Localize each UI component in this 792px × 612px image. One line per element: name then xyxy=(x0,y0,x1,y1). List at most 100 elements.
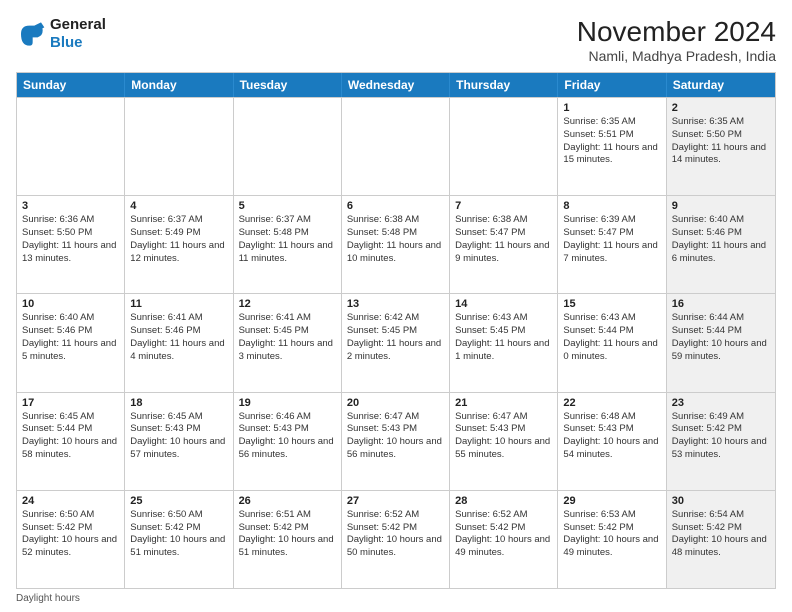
logo-icon xyxy=(16,19,46,49)
day-info: Sunrise: 6:38 AM Sunset: 5:48 PM Dayligh… xyxy=(347,214,444,265)
header: General Blue November 2024 Namli, Madhya… xyxy=(16,16,776,64)
calendar: SundayMondayTuesdayWednesdayThursdayFrid… xyxy=(16,72,776,589)
calendar-cell: 10Sunrise: 6:40 AM Sunset: 5:46 PM Dayli… xyxy=(17,294,125,391)
weekday-header: Sunday xyxy=(17,73,125,97)
day-number: 27 xyxy=(347,495,444,507)
day-info: Sunrise: 6:36 AM Sunset: 5:50 PM Dayligh… xyxy=(22,214,119,265)
day-number: 28 xyxy=(455,495,552,507)
day-number: 20 xyxy=(347,397,444,409)
day-number: 23 xyxy=(672,397,770,409)
day-number: 21 xyxy=(455,397,552,409)
month-title: November 2024 xyxy=(577,16,776,48)
day-info: Sunrise: 6:52 AM Sunset: 5:42 PM Dayligh… xyxy=(347,509,444,560)
day-info: Sunrise: 6:47 AM Sunset: 5:43 PM Dayligh… xyxy=(455,411,552,462)
calendar-cell: 4 Sunrise: 6:37 AM Sunset: 5:49 PM Daylig… xyxy=(125,196,233,293)
day-info: Sunrise: 6:47 AM Sunset: 5:43 PM Dayligh… xyxy=(347,411,444,462)
day-number: 15 xyxy=(563,298,660,310)
logo-line2: Blue xyxy=(50,34,83,51)
day-info: Sunrise: 6:42 AM Sunset: 5:45 PM Dayligh… xyxy=(347,312,444,363)
day-info: Sunrise: 6:37 AM Sunset: 5:48 PM Dayligh… xyxy=(239,214,336,265)
calendar-cell: 18Sunrise: 6:45 AM Sunset: 5:43 PM Dayli… xyxy=(125,393,233,490)
calendar-cell: 7Sunrise: 6:38 AM Sunset: 5:47 PM Daylig… xyxy=(450,196,558,293)
weekday-header: Friday xyxy=(558,73,666,97)
weekday-header: Tuesday xyxy=(234,73,342,97)
day-number: 9 xyxy=(672,200,770,212)
day-number: 25 xyxy=(130,495,227,507)
day-number: 2 xyxy=(672,102,770,114)
day-number: 11 xyxy=(130,298,227,310)
day-number: 5 xyxy=(239,200,336,212)
location-subtitle: Namli, Madhya Pradesh, India xyxy=(577,48,776,64)
day-info: Sunrise: 6:41 AM Sunset: 5:46 PM Dayligh… xyxy=(130,312,227,363)
calendar-cell: 28 Sunrise: 6:52 AM Sunset: 5:42 PM Dayli… xyxy=(450,491,558,588)
calendar-cell: 11 Sunrise: 6:41 AM Sunset: 5:46 PM Dayli… xyxy=(125,294,233,391)
calendar-cell: 2 Sunrise: 6:35 AM Sunset: 5:50 PM Daylig… xyxy=(667,98,775,195)
calendar-cell: 14Sunrise: 6:43 AM Sunset: 5:45 PM Dayli… xyxy=(450,294,558,391)
day-number: 12 xyxy=(239,298,336,310)
day-number: 26 xyxy=(239,495,336,507)
calendar-cell: 21 Sunrise: 6:47 AM Sunset: 5:43 PM Dayli… xyxy=(450,393,558,490)
calendar-body: 1Sunrise: 6:35 AM Sunset: 5:51 PM Daylig… xyxy=(17,97,775,588)
day-info: Sunrise: 6:35 AM Sunset: 5:50 PM Dayligh… xyxy=(672,116,770,167)
calendar-cell: 15Sunrise: 6:43 AM Sunset: 5:44 PM Dayli… xyxy=(558,294,666,391)
day-number: 10 xyxy=(22,298,119,310)
calendar-cell xyxy=(450,98,558,195)
calendar-cell xyxy=(17,98,125,195)
day-info: Sunrise: 6:45 AM Sunset: 5:43 PM Dayligh… xyxy=(130,411,227,462)
calendar-cell: 20 Sunrise: 6:47 AM Sunset: 5:43 PM Dayli… xyxy=(342,393,450,490)
calendar-cell xyxy=(125,98,233,195)
day-number: 24 xyxy=(22,495,119,507)
day-number: 16 xyxy=(672,298,770,310)
day-number: 14 xyxy=(455,298,552,310)
day-info: Sunrise: 6:37 AM Sunset: 5:49 PM Dayligh… xyxy=(130,214,227,265)
day-info: Sunrise: 6:45 AM Sunset: 5:44 PM Dayligh… xyxy=(22,411,119,462)
calendar-cell: 17 Sunrise: 6:45 AM Sunset: 5:44 PM Dayli… xyxy=(17,393,125,490)
calendar-cell: 3Sunrise: 6:36 AM Sunset: 5:50 PM Daylig… xyxy=(17,196,125,293)
calendar-cell: 9 Sunrise: 6:40 AM Sunset: 5:46 PM Daylig… xyxy=(667,196,775,293)
calendar-cell: 6 Sunrise: 6:38 AM Sunset: 5:48 PM Daylig… xyxy=(342,196,450,293)
day-info: Sunrise: 6:51 AM Sunset: 5:42 PM Dayligh… xyxy=(239,509,336,560)
day-info: Sunrise: 6:44 AM Sunset: 5:44 PM Dayligh… xyxy=(672,312,770,363)
calendar-cell: 30 Sunrise: 6:54 AM Sunset: 5:42 PM Dayli… xyxy=(667,491,775,588)
calendar-cell: 25 Sunrise: 6:50 AM Sunset: 5:42 PM Dayli… xyxy=(125,491,233,588)
logo-text: General Blue xyxy=(50,16,106,52)
day-number: 19 xyxy=(239,397,336,409)
calendar-week: 3Sunrise: 6:36 AM Sunset: 5:50 PM Daylig… xyxy=(17,195,775,293)
calendar-cell: 29 Sunrise: 6:53 AM Sunset: 5:42 PM Dayli… xyxy=(558,491,666,588)
calendar-week: 10Sunrise: 6:40 AM Sunset: 5:46 PM Dayli… xyxy=(17,293,775,391)
calendar-cell: 26 Sunrise: 6:51 AM Sunset: 5:42 PM Dayli… xyxy=(234,491,342,588)
day-info: Sunrise: 6:50 AM Sunset: 5:42 PM Dayligh… xyxy=(22,509,119,560)
calendar-header: SundayMondayTuesdayWednesdayThursdayFrid… xyxy=(17,73,775,97)
calendar-cell xyxy=(234,98,342,195)
day-number: 7 xyxy=(455,200,552,212)
day-info: Sunrise: 6:40 AM Sunset: 5:46 PM Dayligh… xyxy=(672,214,770,265)
logo-line1: General xyxy=(50,16,106,34)
day-info: Sunrise: 6:54 AM Sunset: 5:42 PM Dayligh… xyxy=(672,509,770,560)
day-number: 17 xyxy=(22,397,119,409)
day-info: Sunrise: 6:53 AM Sunset: 5:42 PM Dayligh… xyxy=(563,509,660,560)
day-number: 4 xyxy=(130,200,227,212)
calendar-week: 24 Sunrise: 6:50 AM Sunset: 5:42 PM Dayli… xyxy=(17,490,775,588)
calendar-cell: 19Sunrise: 6:46 AM Sunset: 5:43 PM Dayli… xyxy=(234,393,342,490)
calendar-cell: 8Sunrise: 6:39 AM Sunset: 5:47 PM Daylig… xyxy=(558,196,666,293)
calendar-cell xyxy=(342,98,450,195)
title-block: November 2024 Namli, Madhya Pradesh, Ind… xyxy=(577,16,776,64)
day-info: Sunrise: 6:41 AM Sunset: 5:45 PM Dayligh… xyxy=(239,312,336,363)
day-number: 6 xyxy=(347,200,444,212)
day-number: 30 xyxy=(672,495,770,507)
weekday-header: Thursday xyxy=(450,73,558,97)
day-number: 1 xyxy=(563,102,660,114)
calendar-cell: 13Sunrise: 6:42 AM Sunset: 5:45 PM Dayli… xyxy=(342,294,450,391)
day-info: Sunrise: 6:50 AM Sunset: 5:42 PM Dayligh… xyxy=(130,509,227,560)
calendar-cell: 22Sunrise: 6:48 AM Sunset: 5:43 PM Dayli… xyxy=(558,393,666,490)
calendar-cell: 27 Sunrise: 6:52 AM Sunset: 5:42 PM Dayli… xyxy=(342,491,450,588)
day-number: 29 xyxy=(563,495,660,507)
calendar-cell: 1Sunrise: 6:35 AM Sunset: 5:51 PM Daylig… xyxy=(558,98,666,195)
day-number: 22 xyxy=(563,397,660,409)
calendar-cell: 12 Sunrise: 6:41 AM Sunset: 5:45 PM Dayli… xyxy=(234,294,342,391)
day-number: 8 xyxy=(563,200,660,212)
page: General Blue November 2024 Namli, Madhya… xyxy=(0,0,792,612)
day-info: Sunrise: 6:52 AM Sunset: 5:42 PM Dayligh… xyxy=(455,509,552,560)
footer-note: Daylight hours xyxy=(16,589,776,604)
calendar-cell: 5 Sunrise: 6:37 AM Sunset: 5:48 PM Daylig… xyxy=(234,196,342,293)
